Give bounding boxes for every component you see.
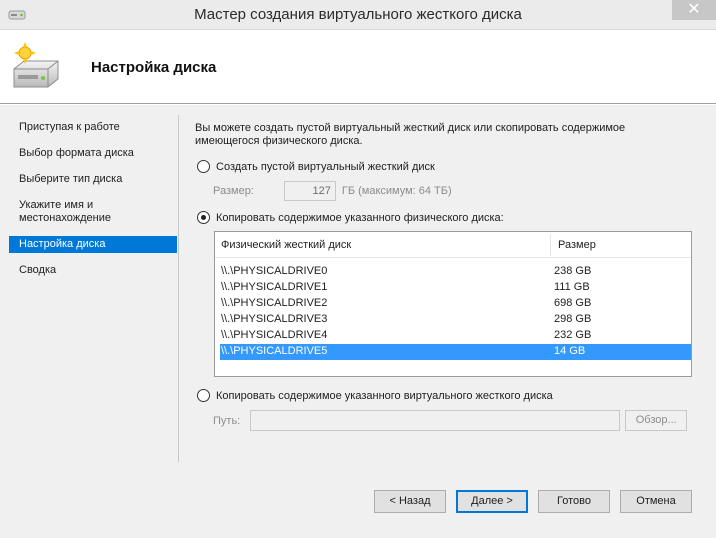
column-header-disk[interactable]: Физический жесткий диск: [221, 239, 351, 251]
radio-empty-disk[interactable]: [197, 160, 210, 173]
browse-button[interactable]: Обзор...: [625, 410, 688, 431]
disk-size: 238 GB: [554, 265, 592, 277]
radio-physical-disk[interactable]: [197, 211, 210, 224]
size-label: Размер:: [213, 185, 254, 197]
close-window-button[interactable]: ✕: [672, 0, 716, 20]
table-row[interactable]: \\.\PHYSICALDRIVE0 238 GB: [220, 264, 691, 280]
disk-size: 298 GB: [554, 313, 592, 325]
cancel-button[interactable]: Отмена: [620, 490, 692, 513]
size-row: Размер: 127 ГБ (максимум: 64 ТБ): [213, 181, 452, 201]
disk-size: 111 GB: [554, 281, 590, 293]
back-button[interactable]: < Назад: [374, 490, 446, 513]
disk-name: \\.\PHYSICALDRIVE0: [221, 265, 328, 277]
wizard-content: Приступая к работе Выбор формата диска В…: [0, 105, 716, 538]
next-button[interactable]: Далее >: [456, 490, 528, 513]
table-row[interactable]: \\.\PHYSICALDRIVE2 698 GB: [220, 296, 691, 312]
path-row: Путь: Обзор...: [213, 410, 688, 431]
size-input[interactable]: 127: [283, 181, 336, 201]
option-empty-disk-label: Создать пустой виртуальный жесткий диск: [216, 160, 435, 173]
nav-step-choose-format[interactable]: Выбор формата диска: [9, 145, 177, 162]
nav-step-choose-type[interactable]: Выберите тип диска: [9, 171, 177, 188]
column-header-size[interactable]: Размер: [558, 239, 596, 251]
disk-size: 232 GB: [554, 329, 592, 341]
disk-name: \\.\PHYSICALDRIVE3: [221, 313, 328, 325]
option-physical-disk-label: Копировать содержимое указанного физичес…: [216, 211, 504, 224]
table-row[interactable]: \\.\PHYSICALDRIVE4 232 GB: [220, 328, 691, 344]
page-title: Настройка диска: [91, 59, 217, 76]
disk-name: \\.\PHYSICALDRIVE5: [221, 345, 328, 357]
disk-name: \\.\PHYSICALDRIVE2: [221, 297, 328, 309]
wizard-steps-nav: Приступая к работе Выбор формата диска В…: [9, 119, 177, 288]
disk-size: 698 GB: [554, 297, 592, 309]
title-bar: Мастер создания виртуального жесткого ди…: [0, 0, 716, 30]
disk-name: \\.\PHYSICALDRIVE1: [221, 281, 328, 293]
wizard-header: Настройка диска: [0, 31, 716, 104]
option-virtual-disk[interactable]: Копировать содержимое указанного виртуал…: [197, 389, 553, 402]
disk-size: 14 GB: [554, 345, 586, 357]
radio-virtual-disk[interactable]: [197, 389, 210, 402]
nav-step-name-location[interactable]: Укажите имя и местонахождение: [9, 197, 177, 227]
path-input[interactable]: [250, 410, 621, 431]
table-row[interactable]: \\.\PHYSICALDRIVE1 111 GB: [220, 280, 691, 296]
close-icon: ✕: [687, 1, 701, 18]
physical-disk-table[interactable]: Физический жесткий диск Размер \\.\PHYSI…: [214, 231, 692, 377]
window-title: Мастер создания виртуального жесткого ди…: [194, 6, 522, 23]
table-row-selected[interactable]: \\.\PHYSICALDRIVE5 14 GB: [220, 344, 691, 360]
description-text: Вы можете создать пустой виртуальный жес…: [195, 122, 626, 147]
option-virtual-disk-label: Копировать содержимое указанного виртуал…: [216, 389, 553, 402]
nav-divider: [178, 115, 179, 462]
table-header: Физический жесткий диск Размер: [215, 232, 691, 258]
nav-step-configure-disk[interactable]: Настройка диска: [9, 236, 177, 253]
nav-step-summary[interactable]: Сводка: [9, 262, 177, 279]
hard-disk-wizard-icon: [13, 42, 59, 88]
option-physical-disk[interactable]: Копировать содержимое указанного физичес…: [197, 211, 504, 224]
table-row[interactable]: \\.\PHYSICALDRIVE3 298 GB: [220, 312, 691, 328]
column-divider[interactable]: [550, 234, 551, 256]
option-empty-disk[interactable]: Создать пустой виртуальный жесткий диск: [197, 160, 435, 173]
nav-step-getting-started[interactable]: Приступая к работе: [9, 119, 177, 136]
size-unit: ГБ (максимум: 64 ТБ): [341, 185, 452, 197]
main-panel: Вы можете создать пустой виртуальный жес…: [195, 105, 705, 465]
finish-button[interactable]: Готово: [538, 490, 610, 513]
disk-name: \\.\PHYSICALDRIVE4: [221, 329, 328, 341]
path-label: Путь:: [213, 414, 241, 427]
